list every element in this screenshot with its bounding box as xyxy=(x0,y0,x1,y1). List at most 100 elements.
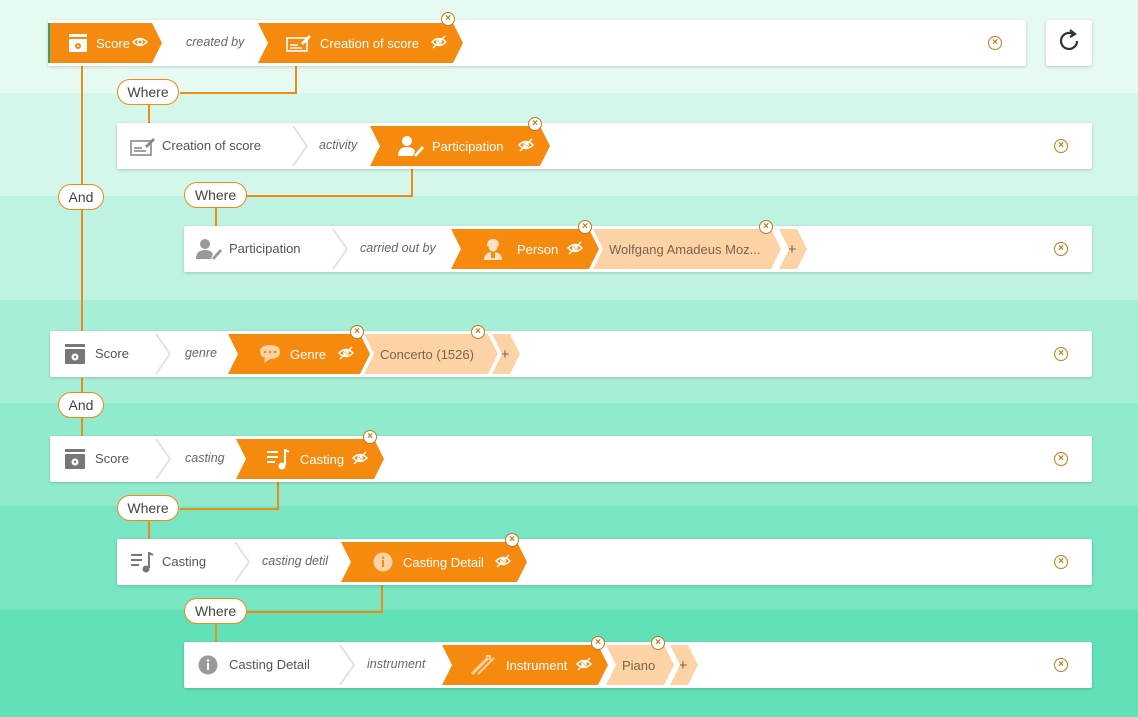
score-icon xyxy=(64,343,86,370)
property-label[interactable]: casting detil xyxy=(262,554,328,568)
value-chip[interactable]: Concerto (1526) xyxy=(364,334,498,374)
close-icon[interactable]: × xyxy=(350,325,364,339)
close-icon[interactable]: × xyxy=(1054,658,1068,672)
criteria-row: Creation of score activity Participation… xyxy=(117,117,1092,171)
close-icon[interactable]: × xyxy=(1054,139,1068,153)
property-label[interactable]: created by xyxy=(186,35,244,49)
object-label: Casting Detail xyxy=(403,554,484,570)
object-label: Participation xyxy=(432,138,504,154)
add-label: + xyxy=(678,656,688,674)
object-label: Creation of score xyxy=(320,35,419,51)
property-label[interactable]: genre xyxy=(185,346,217,360)
eye-off-icon[interactable] xyxy=(576,657,592,674)
object-chip-participation[interactable]: Participation xyxy=(370,126,550,166)
object-chip-genre[interactable]: Genre xyxy=(228,334,370,374)
add-label: + xyxy=(500,345,510,363)
property-label[interactable]: activity xyxy=(319,138,357,152)
chevron-separator xyxy=(339,644,356,690)
where-connector-line xyxy=(148,104,150,124)
eye-off-icon[interactable] xyxy=(518,138,534,155)
where-connector-line xyxy=(246,195,413,197)
value-chip[interactable]: Piano xyxy=(606,645,674,685)
where-pill[interactable]: Where xyxy=(184,598,247,624)
instrument-icon xyxy=(470,654,496,676)
casting-icon xyxy=(266,448,290,470)
close-icon[interactable]: × xyxy=(1054,452,1068,466)
close-icon[interactable]: × xyxy=(591,636,605,650)
participation-icon xyxy=(196,238,222,265)
criteria-row: Score casting Casting × × xyxy=(50,430,1092,482)
subject-label[interactable]: Casting xyxy=(162,554,206,569)
chevron-separator xyxy=(155,333,172,379)
creation-icon xyxy=(286,33,312,53)
value-label: Concerto (1526) xyxy=(380,346,474,362)
chevron-separator xyxy=(292,125,309,171)
and-connector-line xyxy=(81,208,83,332)
subject-label[interactable]: Score xyxy=(95,346,129,361)
subject-label[interactable]: Creation of score xyxy=(162,138,261,153)
object-chip-casting-detail[interactable]: Casting Detail xyxy=(341,542,527,582)
subject-label[interactable]: Participation xyxy=(229,241,301,256)
object-chip-creation[interactable]: Creation of score xyxy=(258,23,463,63)
value-label: Wolfgang Amadeus Moz... xyxy=(609,241,761,257)
and-pill[interactable]: And xyxy=(58,392,104,418)
value-label: Piano xyxy=(622,657,656,673)
eye-off-icon[interactable] xyxy=(567,241,583,258)
object-label: Casting xyxy=(300,451,345,467)
subject-chip-score[interactable]: Score xyxy=(48,23,162,63)
object-chip-person[interactable]: Person xyxy=(451,229,599,269)
participation-icon xyxy=(398,135,424,157)
close-icon[interactable]: × xyxy=(441,12,455,26)
close-icon[interactable]: × xyxy=(471,325,485,339)
property-label[interactable]: casting xyxy=(185,451,225,465)
close-icon[interactable]: × xyxy=(651,636,665,650)
subject-label[interactable]: Score xyxy=(95,451,129,466)
object-chip-casting[interactable]: Casting xyxy=(236,439,384,479)
eye-off-icon[interactable] xyxy=(352,451,368,468)
close-icon[interactable]: × xyxy=(505,533,519,547)
value-chip[interactable]: Wolfgang Amadeus Moz... xyxy=(593,229,781,269)
close-icon[interactable]: × xyxy=(528,117,542,131)
creation-icon xyxy=(130,135,156,162)
where-pill[interactable]: Where xyxy=(184,182,247,208)
add-value-button[interactable]: + xyxy=(670,645,698,685)
property-label[interactable]: instrument xyxy=(367,657,425,671)
criteria-row: Participation carried out by Person × Wo… xyxy=(184,220,1092,272)
object-label: Genre xyxy=(290,346,327,362)
add-value-button[interactable]: + xyxy=(779,229,807,269)
eye-icon[interactable] xyxy=(132,35,148,52)
refresh-button[interactable] xyxy=(1046,20,1092,66)
where-connector-line xyxy=(215,207,217,227)
close-icon[interactable]: × xyxy=(1054,242,1068,256)
property-label[interactable]: carried out by xyxy=(360,241,436,255)
where-connector-line xyxy=(180,508,279,510)
info-icon xyxy=(198,655,218,680)
where-pill[interactable]: Where xyxy=(117,79,179,105)
criteria-row: Score created by Creation of score × × xyxy=(48,12,1026,66)
object-chip-instrument[interactable]: Instrument xyxy=(442,645,608,685)
genre-icon xyxy=(258,343,282,365)
where-connector-line xyxy=(246,611,383,613)
close-icon[interactable]: × xyxy=(759,220,773,234)
subject-label: Score xyxy=(96,35,130,51)
eye-off-icon[interactable] xyxy=(495,554,511,571)
eye-off-icon[interactable] xyxy=(431,35,447,52)
and-connector-line xyxy=(81,64,83,184)
close-icon[interactable]: × xyxy=(578,220,592,234)
criteria-row: Casting Detail instrument Instrument × P… xyxy=(184,636,1092,690)
subject-label[interactable]: Casting Detail xyxy=(229,657,310,672)
where-connector-line xyxy=(381,584,383,612)
close-icon[interactable]: × xyxy=(1054,347,1068,361)
where-pill[interactable]: Where xyxy=(117,495,179,521)
close-icon[interactable]: × xyxy=(363,430,377,444)
casting-icon xyxy=(130,551,154,578)
and-pill[interactable]: And xyxy=(58,184,104,210)
and-connector-line xyxy=(81,378,83,392)
close-icon[interactable]: × xyxy=(1054,555,1068,569)
where-connector-line xyxy=(215,623,217,643)
eye-off-icon[interactable] xyxy=(338,346,354,363)
info-icon xyxy=(373,552,393,572)
refresh-icon xyxy=(1056,28,1082,59)
object-label: Person xyxy=(517,241,559,257)
close-icon[interactable]: × xyxy=(988,36,1002,50)
